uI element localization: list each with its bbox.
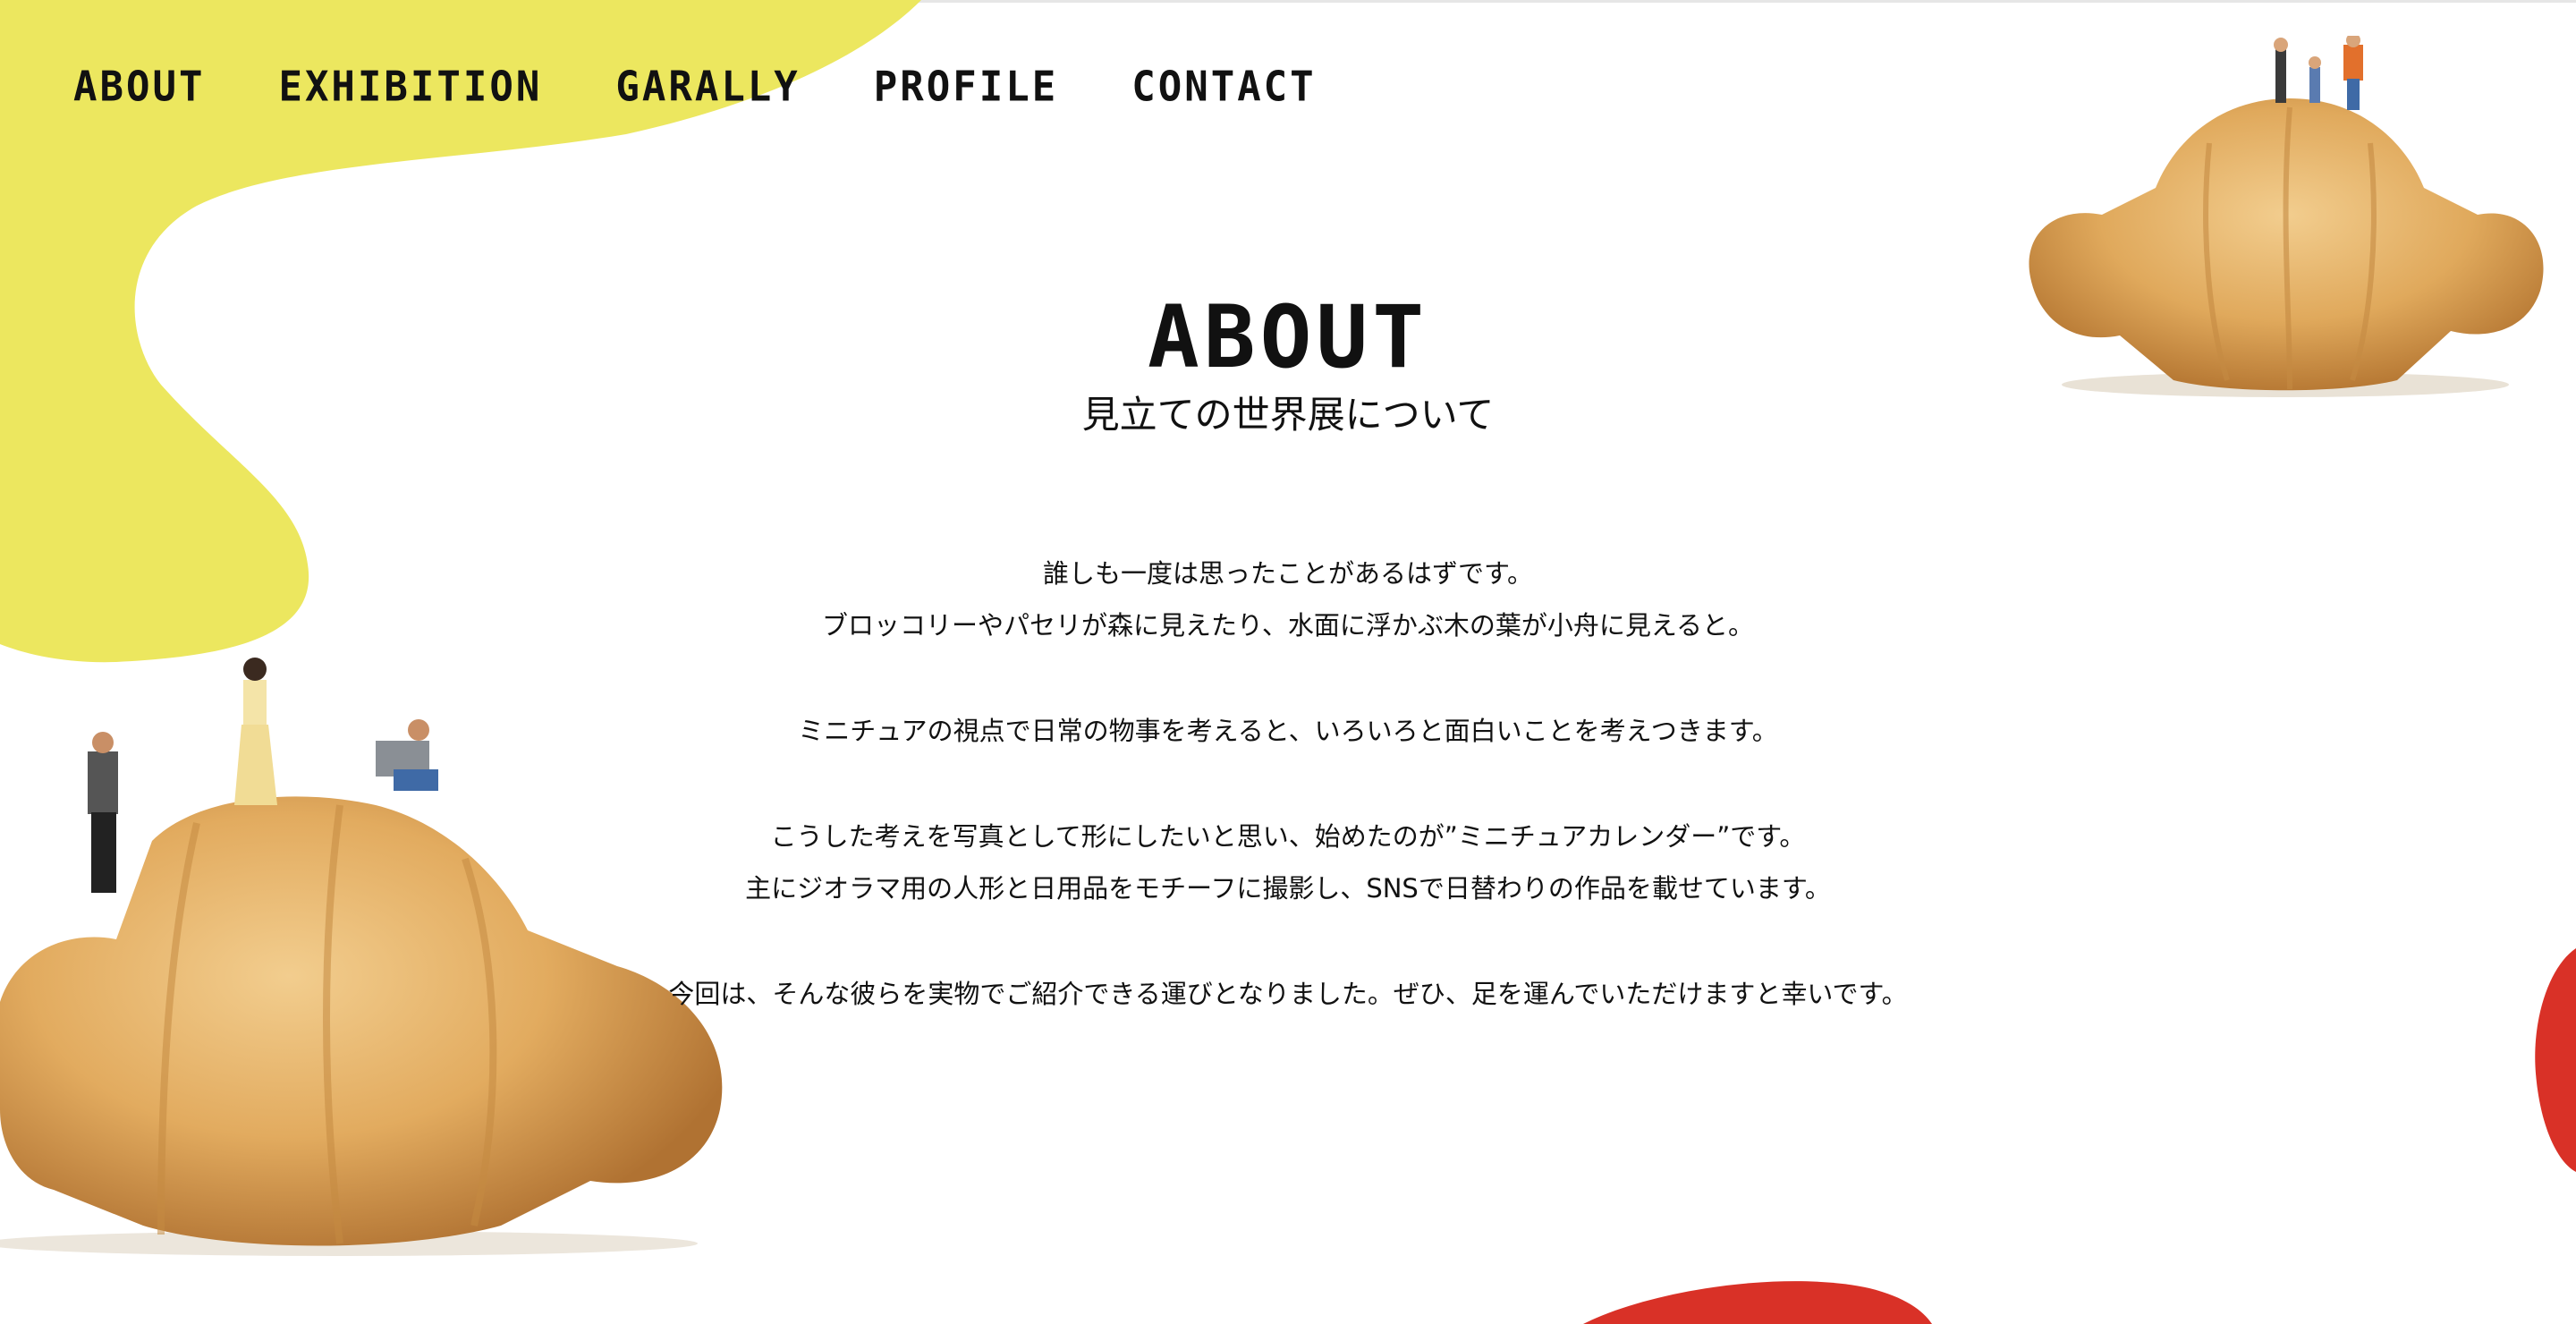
page-title: ABOUT [1148, 287, 1428, 387]
main-nav: ABOUT EXHIBITION GARALLY PROFILE CONTACT [73, 61, 1390, 115]
body-line: ブロッコリーやパセリが森に見えたり、水面に浮かぶ木の葉が小舟に見えると。 [822, 610, 1754, 641]
nav-garally[interactable]: GARALLY [615, 60, 800, 116]
body-line: こうした考えを写真として形にしたいと思い、始めたのが”ミニチュアカレンダー”です… [770, 821, 1806, 852]
body-line: 誰しも一度は思ったことがあるはずです。 [1042, 558, 1534, 589]
nav-about[interactable]: ABOUT [73, 60, 205, 116]
paragraph: 誰しも一度は思ったことがあるはずです。 ブロッコリーやパセリが森に見えたり、水面… [0, 547, 2576, 651]
section-heading: ABOUT 見立ての世界展について [0, 288, 2576, 442]
nav-profile[interactable]: PROFILE [874, 60, 1058, 116]
page-subtitle: 見立ての世界展について [1081, 393, 1495, 437]
paragraph: 今回は、そんな彼らを実物でご紹介できる運びとなりました。ぜひ、足を運んでいただけ… [0, 968, 2576, 1020]
paragraph: ミニチュアの視点で日常の物事を考えると、いろいろと面白いことを考えつきます。 [0, 705, 2576, 757]
paragraph: こうした考えを写真として形にしたいと思い、始めたのが”ミニチュアカレンダー”です… [0, 811, 2576, 914]
about-body: 誰しも一度は思ったことがあるはずです。 ブロッコリーやパセリが森に見えたり、水面… [0, 547, 2576, 1074]
body-line: 主にジオラマ用の人形と日用品をモチーフに撮影し、SNSで日替わりの作品を載せてい… [745, 873, 1831, 904]
nav-contact[interactable]: CONTACT [1131, 60, 1316, 116]
nav-exhibition[interactable]: EXHIBITION [278, 60, 542, 116]
body-line: 今回は、そんな彼らを実物でご紹介できる運びとなりました。ぜひ、足を運んでいただけ… [668, 979, 1908, 1009]
red-blob-bottom [1583, 1281, 1932, 1324]
body-line: ミニチュアの視点で日常の物事を考えると、いろいろと面白いことを考えつきます。 [798, 716, 1778, 746]
